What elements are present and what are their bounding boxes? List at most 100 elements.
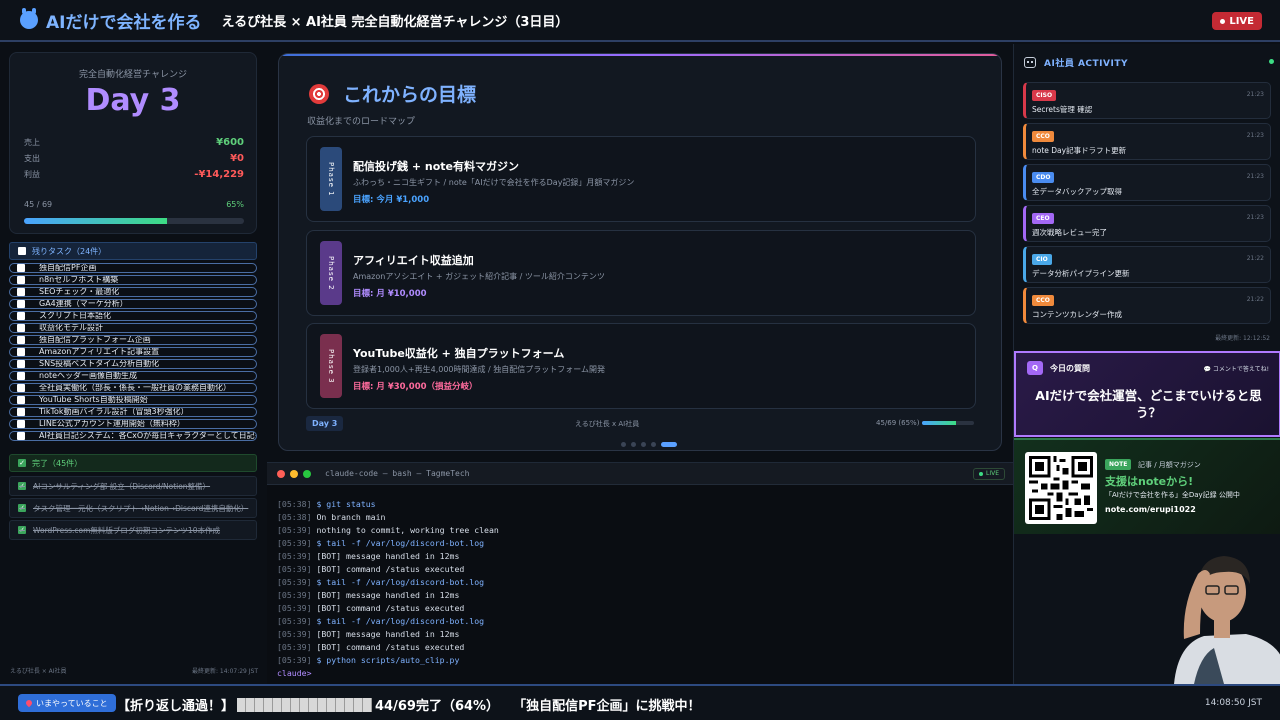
pin-icon — [24, 698, 34, 708]
task-item: LINE公式アカウント運用開始（無料枠） — [9, 419, 257, 429]
checkbox-icon[interactable] — [17, 396, 25, 404]
stat-row-profit: 利益 -¥14,229 — [24, 169, 244, 180]
terminal-text: [BOT] command /status executed — [316, 564, 465, 574]
task-item: SEOチェック・最適化 — [9, 287, 257, 297]
done-tasks-header[interactable]: ✓ 完了（45件） — [9, 454, 257, 472]
activity-message: Secrets管理 確認 — [1032, 105, 1093, 114]
terminal-timestamp: [05:39] — [277, 590, 312, 600]
checkbox-icon[interactable] — [17, 384, 25, 392]
checkbox-icon[interactable] — [17, 312, 25, 320]
card-day-badge: Day 3 — [306, 416, 344, 431]
pager-dot[interactable] — [641, 442, 646, 447]
terminal-text: nothing to commit, working tree clean — [316, 525, 499, 535]
target-icon — [309, 84, 329, 104]
terminal-prompt[interactable]: claude> — [277, 667, 499, 680]
task-label: n8nセルフホスト構築 — [39, 275, 119, 284]
qr-code-graphic — [1029, 456, 1093, 520]
live-label: LIVE — [1229, 15, 1254, 27]
role-badge: CCO — [1032, 295, 1054, 306]
checkbox-icon[interactable] — [17, 324, 25, 332]
ticker-progress: 44/69完了（64%） — [375, 699, 500, 714]
terminal-timestamp: [05:39] — [277, 538, 312, 548]
note-label: 記事 / 月額マガジン — [1138, 461, 1201, 469]
checkbox-icon[interactable] — [17, 300, 25, 308]
phase-goal: 目標: 今月 ¥1,000 — [353, 195, 430, 205]
phase-title: YouTube収益化 + 独自プラットフォーム — [353, 347, 565, 360]
checkbox-icon[interactable] — [17, 264, 25, 272]
terminal-timestamp: [05:39] — [277, 577, 312, 587]
checkbox-icon[interactable] — [17, 372, 25, 380]
done-task-label: AIコンサルティング部 設立（Discord/Notion整備） — [33, 481, 211, 491]
terminal-text: [BOT] message handled in 12ms — [316, 551, 460, 561]
task-item: Amazonアフィリエイト記事設置 — [9, 347, 257, 357]
done-task-item: ✓ AIコンサルティング部 設立（Discord/Notion整備） — [9, 476, 257, 496]
stat-value: -¥14,229 — [194, 169, 244, 180]
activity-title: AI社員 ACTIVITY — [1044, 58, 1128, 69]
terminal-line: [05:39] [BOT] message handled in 12ms — [277, 628, 499, 641]
note-title: 支援はnoteから! — [1105, 475, 1194, 488]
pager-dot[interactable] — [651, 442, 656, 447]
task-item: noteヘッダー画像自動生成 — [9, 371, 257, 381]
phase-description: Amazonアソシエイト + ガジェット紹介記事 / ツール紹介コンテンツ — [353, 272, 605, 281]
role-badge: CDO — [1032, 172, 1055, 183]
note-url-link[interactable]: note.com/erupi1022 — [1105, 505, 1196, 514]
progress-count: 45 / 69 — [24, 200, 53, 209]
checkbox-icon[interactable] — [17, 288, 25, 296]
close-window-button[interactable] — [277, 470, 285, 478]
done-task-label: タスク管理一元化（スクリプト→Notion→Discord連携自動化） — [33, 503, 249, 513]
activity-header: AI社員 ACTIVITY — [1024, 54, 1274, 70]
checkbox-icon[interactable] — [17, 408, 25, 416]
bottom-ticker-bar: いまやっていること 【折り返し通過！】 44/69完了（64%） 「独自配信PF… — [0, 684, 1280, 720]
minimize-window-button[interactable] — [290, 470, 298, 478]
terminal-text: $ tail -f /var/log/discord-bot.log — [316, 538, 485, 548]
checkbox-icon[interactable] — [17, 432, 25, 440]
stat-row-revenue: 売上 ¥600 — [24, 137, 244, 148]
pager-dot[interactable] — [621, 442, 626, 447]
checkbox-icon[interactable] — [17, 360, 25, 368]
checkbox-icon[interactable] — [17, 420, 25, 428]
roadmap-title: これからの目標 — [343, 84, 477, 106]
roadmap-subtitle: 収益化までのロードマップ — [307, 117, 416, 127]
live-dot-icon — [1220, 18, 1226, 24]
activity-item: CISO 21:23 Secrets管理 確認 — [1023, 82, 1271, 119]
card-progress-fill — [922, 421, 956, 425]
phase-title: 配信投げ銭 + note有料マガジン — [353, 160, 519, 173]
live-dot-icon — [978, 472, 983, 476]
done-task-label: WordPress.com無料版ブログ初期コンテンツ10本作成 — [33, 525, 220, 535]
task-label: スクリプト日本語化 — [39, 311, 111, 320]
remaining-tasks-title: 残りタスク（24件） — [32, 246, 107, 256]
remaining-tasks-header[interactable]: 残りタスク（24件） — [9, 242, 257, 260]
pager-dot[interactable] — [661, 442, 677, 447]
activity-message: note Day記事ドラフト更新 — [1032, 146, 1127, 155]
card-accent-bar — [279, 54, 1001, 56]
task-item: GA4連携（マーケ分析） — [9, 299, 257, 309]
now-doing-label: いまやっていること — [36, 698, 108, 708]
done-tasks-title: 完了（45件） — [32, 458, 83, 468]
progress-bar-fill — [24, 218, 167, 224]
terminal-timestamp: [05:39] — [277, 629, 312, 639]
online-dot-icon — [1269, 59, 1274, 64]
qr-code-icon[interactable] — [1025, 452, 1097, 524]
checkbox-icon[interactable] — [17, 336, 25, 344]
checkbox-icon[interactable] — [17, 276, 25, 284]
check-icon: ✓ — [18, 504, 26, 512]
task-label: 独自配信プラットフォーム企画 — [39, 335, 151, 344]
activity-message: データ分析パイプライン更新 — [1032, 269, 1130, 278]
terminal-line: [05:39] nothing to commit, working tree … — [277, 524, 499, 537]
maximize-window-button[interactable] — [303, 470, 311, 478]
checkbox-icon[interactable] — [17, 348, 25, 356]
task-label: 収益化モデル設計 — [39, 323, 103, 332]
activity-time: 21:22 — [1246, 296, 1264, 303]
terminal-text: $ tail -f /var/log/discord-bot.log — [316, 616, 485, 626]
terminal-timestamp: [05:39] — [277, 655, 312, 665]
pager-dot[interactable] — [631, 442, 636, 447]
task-item: 独自配信プラットフォーム企画 — [9, 335, 257, 345]
activity-time: 21:23 — [1246, 214, 1264, 221]
task-item: SNS投稿ベストタイム分析自動化 — [9, 359, 257, 369]
check-icon: ✓ — [18, 526, 26, 534]
task-label: GA4連携（マーケ分析） — [39, 299, 128, 308]
done-task-item: ✓ タスク管理一元化（スクリプト→Notion→Discord連携自動化） — [9, 498, 257, 518]
phase-description: 登録者1,000人+再生4,000時間達成 / 独自配信プラットフォーム開発 — [353, 365, 606, 374]
phase-goal: 目標: 月 ¥30,000（損益分岐） — [353, 382, 478, 392]
terminal-line: [05:38] On branch main — [277, 511, 499, 524]
